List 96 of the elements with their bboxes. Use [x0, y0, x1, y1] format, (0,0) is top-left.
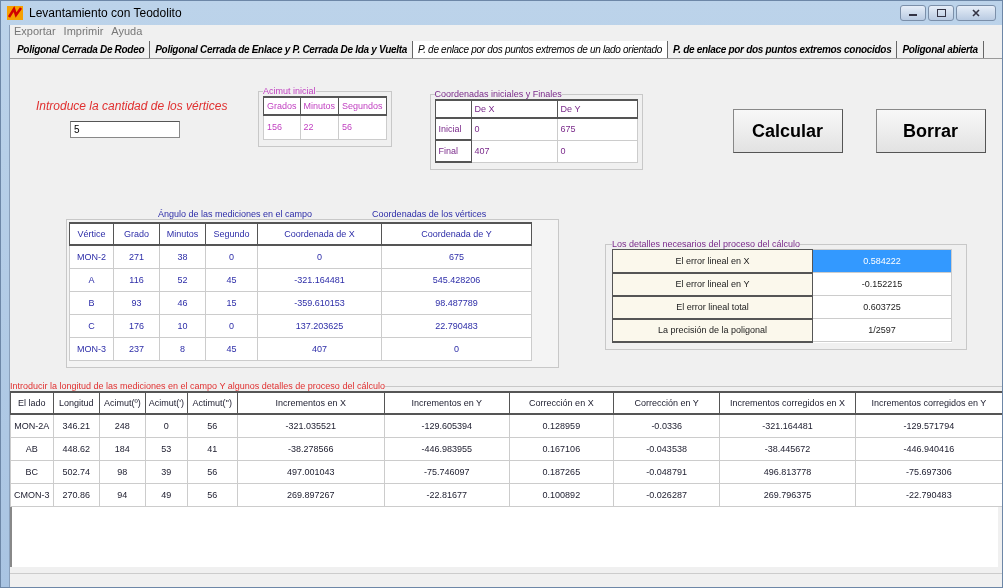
table-cell: -359.610153 [257, 291, 382, 314]
vertex-count-field[interactable]: 5 [70, 121, 180, 138]
menu-item[interactable]: Ayuda [111, 25, 143, 39]
column-header: Incrementos en X [237, 392, 385, 414]
column-header: Minutos [300, 97, 339, 115]
table-cell: -321.164481 [257, 268, 382, 291]
app-logo-icon [7, 6, 23, 20]
group-title: Acimut inicial [263, 86, 316, 96]
maximize-button[interactable] [928, 5, 954, 21]
table-cell: -38.278566 [237, 437, 385, 460]
tab[interactable]: P. de enlace por dos puntos extremos de un lado orientado [413, 41, 669, 58]
table-cell: -446.983955 [384, 437, 510, 460]
group-title: Los detalles necesarios del proceso del cálculo [612, 239, 801, 249]
column-header: Coordenada de X [257, 223, 382, 245]
column-header: Acimut(º) [99, 392, 146, 414]
table-cell: A [69, 268, 114, 291]
table-cell: -129.605394 [384, 414, 510, 437]
column-header: Segundos [338, 97, 387, 115]
row-label: El error lineal en X [612, 249, 813, 273]
table-cell: 497.001043 [237, 460, 385, 483]
table-cell: -321.035521 [237, 414, 385, 437]
table-cell: 137.203625 [257, 314, 382, 337]
table-cell: 545.428206 [381, 268, 532, 291]
table-cell: -0.043538 [613, 437, 720, 460]
row-label: La precisión de la poligonal [612, 318, 813, 342]
table-cell: -0.0336 [613, 414, 720, 437]
group-title: Ángulo de las mediciones en el campo [158, 209, 313, 219]
table-cell: 0.100892 [509, 483, 614, 506]
table-cell: AB [10, 437, 53, 460]
table-cell: MON-3 [69, 337, 114, 360]
table-cell: 0.167106 [509, 437, 614, 460]
action-button[interactable]: Calcular [732, 109, 843, 153]
table-cell: -0.026287 [613, 483, 720, 506]
table-cell: CMON-3 [10, 483, 53, 506]
row-header: Final [435, 140, 472, 162]
table-cell: B [69, 291, 114, 314]
table-cell: -22.790483 [855, 483, 1002, 506]
column-header: De Y [557, 100, 638, 118]
table-cell: 98.487789 [381, 291, 532, 314]
table-cell: 675 [381, 245, 532, 268]
group-title: Coordenadas iniciales y Finales [434, 89, 562, 99]
column-header: Acimut(') [145, 392, 188, 414]
column-header: Minutos [159, 223, 206, 245]
column-header: Coordenada de Y [381, 223, 532, 245]
vertex-count-label: Introduce la cantidad de los vértices [36, 99, 229, 113]
table-cell: -75.697306 [855, 460, 1002, 483]
column-header: El lado [10, 392, 53, 414]
column-header: De X [471, 100, 558, 118]
maximize-icon [936, 9, 946, 17]
column-header: Corrección en Y [613, 392, 720, 414]
table-cell: MON-2 [69, 245, 114, 268]
table-cell: 0 [257, 245, 382, 268]
table-cell: MON-2A [10, 414, 53, 437]
table-cell: -446.940416 [855, 437, 1002, 460]
group-title: Coordenadas de los vértices [372, 209, 487, 219]
table-cell: 0 [381, 337, 532, 360]
row-header: Inicial [435, 118, 472, 140]
table-cell: 0.187265 [509, 460, 614, 483]
column-header: Incrementos corregidos en Y [855, 392, 1002, 414]
column-header: Longitud [53, 392, 100, 414]
table-cell: 496.813778 [719, 460, 856, 483]
table-cell: 0.128959 [509, 414, 614, 437]
action-button[interactable]: Borrar [875, 109, 986, 153]
column-header: Grado [113, 223, 160, 245]
table-cell: C [69, 314, 114, 337]
row-label: El error lineal en Y [612, 272, 813, 296]
table-cell: -75.746097 [384, 460, 510, 483]
column-header: Incrementos en Y [384, 392, 510, 414]
column-header: Actimut('') [187, 392, 238, 414]
column-header: Segundo [205, 223, 258, 245]
menu-item[interactable]: Exportar [14, 25, 56, 39]
table-cell: -38.445672 [719, 437, 856, 460]
minimize-button[interactable] [900, 5, 926, 21]
table-cell: 156 [263, 115, 300, 139]
column-header: Corrección en X [509, 392, 614, 414]
table-cell: 269.796375 [719, 483, 856, 506]
group-title: Introducir la longitud de las mediciones en el campo Y algunos detalles de proceso del cálculo [10, 381, 385, 391]
row-label: El error lineal total [612, 295, 813, 319]
column-header: Grados [263, 97, 300, 115]
value-cell[interactable]: 1/2597 [812, 318, 952, 342]
table-cell: BC [10, 460, 53, 483]
window-title: Levantamiento con Teodolito [29, 6, 182, 20]
table-cell: -22.81677 [384, 483, 510, 506]
table-cell: -0.048791 [613, 460, 720, 483]
close-button[interactable] [956, 5, 996, 21]
table-cell: -321.164481 [719, 414, 856, 437]
column-header: Vértice [69, 223, 114, 245]
table-cell: 269.897267 [237, 483, 385, 506]
table-cell: 22.790483 [381, 314, 532, 337]
value-cell[interactable]: 0.603725 [812, 295, 952, 319]
table-cell: 407 [257, 337, 382, 360]
column-header: Incrementos corregidos en X [719, 392, 856, 414]
table-cell: -129.571794 [855, 414, 1002, 437]
menu-item[interactable]: Imprimir [63, 25, 104, 39]
close-icon [972, 9, 980, 17]
value-cell[interactable]: -0.152215 [812, 272, 952, 296]
